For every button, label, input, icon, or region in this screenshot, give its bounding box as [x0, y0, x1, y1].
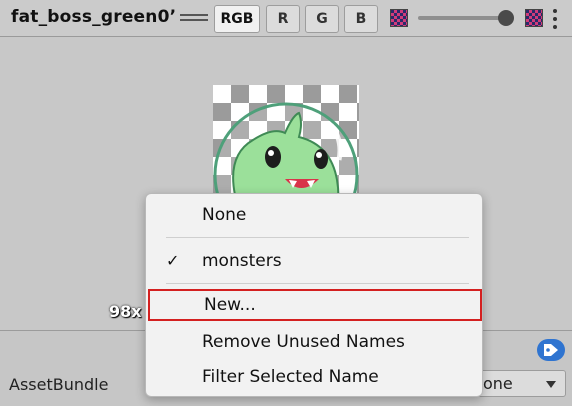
menu-item-none[interactable]: None	[146, 199, 482, 231]
dimensions-label: 98x	[109, 302, 142, 321]
menu-item-label: monsters	[202, 251, 282, 271]
menu-item-label: Filter Selected Name	[202, 367, 379, 387]
mip-slider-track[interactable]	[418, 16, 510, 20]
menu-separator	[166, 237, 469, 238]
mip-slider-thumb[interactable]	[498, 10, 514, 26]
channel-r-button[interactable]: R	[266, 5, 300, 33]
menu-item-monsters[interactable]: ✓ monsters	[146, 245, 482, 277]
checkmark-icon: ✓	[166, 251, 180, 270]
menu-item-label: Remove Unused Names	[202, 332, 405, 352]
menu-item-label: None	[202, 205, 247, 225]
tag-icon[interactable]	[537, 339, 565, 361]
channel-g-button[interactable]: G	[305, 5, 339, 33]
menu-separator	[166, 283, 469, 284]
dropdown-arrow-icon	[546, 381, 556, 388]
asset-title: fat_boss_green0’	[11, 7, 177, 27]
drag-handle-icon[interactable]	[180, 14, 208, 23]
checker-color-icon[interactable]	[525, 9, 543, 27]
checker-alpha-icon[interactable]	[390, 9, 408, 27]
kebab-menu-icon[interactable]	[552, 9, 558, 29]
preview-toolbar: fat_boss_green0’ RGB R G B	[0, 0, 572, 37]
asset-bundle-name-menu: None ✓ monsters New... Remove Unused Nam…	[145, 193, 483, 397]
variant-dropdown[interactable]: one	[470, 370, 566, 397]
channel-rgb-button[interactable]: RGB	[214, 5, 260, 33]
menu-item-filter-selected-name[interactable]: Filter Selected Name	[146, 361, 482, 393]
variant-value: one	[483, 374, 513, 393]
channel-b-button[interactable]: B	[344, 5, 378, 33]
asset-bundle-label: AssetBundle	[9, 375, 109, 394]
menu-item-label: New...	[204, 295, 256, 315]
menu-item-remove-unused-names[interactable]: Remove Unused Names	[146, 326, 482, 358]
menu-item-new[interactable]: New...	[148, 289, 482, 321]
